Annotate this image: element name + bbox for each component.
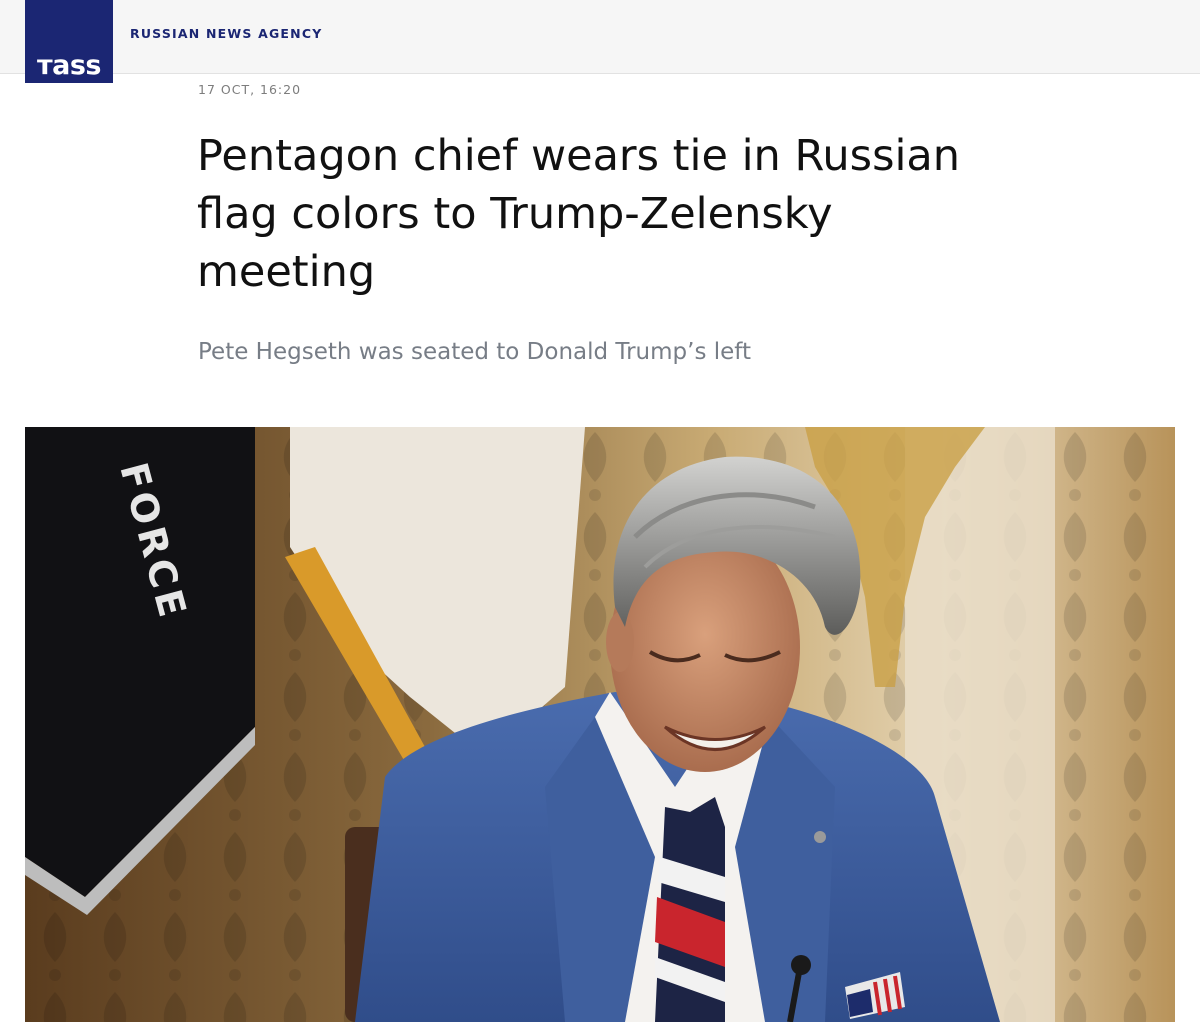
lapel-pin [814,831,826,843]
article-photo: FORCE [25,427,1175,1022]
article-headline: Pentagon chief wears tie in Russian flag… [197,131,961,297]
tass-logo[interactable]: тass [25,0,113,83]
article-lead: Pete Hegseth was seated to Donald Trump’… [198,339,751,365]
agency-label[interactable]: RUSSIAN NEWS AGENCY [130,26,322,41]
top-bar: RUSSIAN NEWS AGENCY [0,0,1200,74]
microphone [791,955,811,975]
article-date: 17 OCT, 16:20 [198,82,302,97]
